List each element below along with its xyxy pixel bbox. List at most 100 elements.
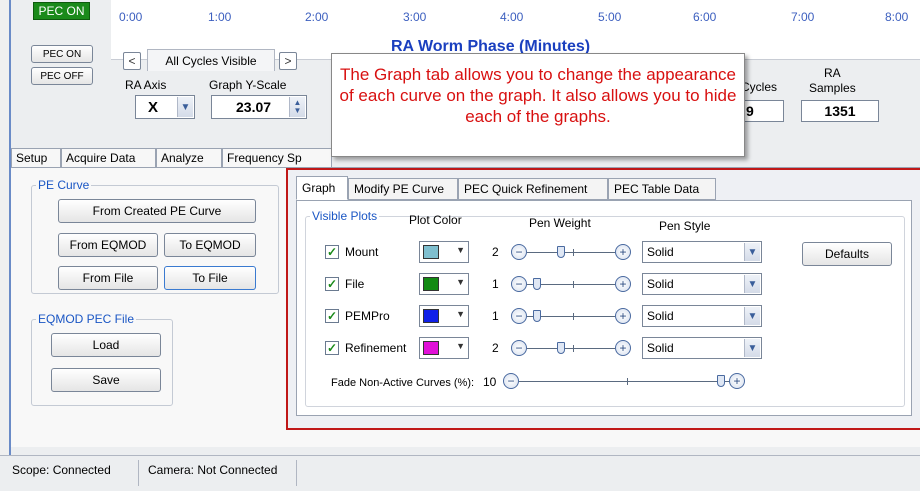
chevron-down-icon: ▼ [744, 307, 760, 325]
slider-thumb[interactable] [533, 310, 541, 322]
prev-cycle-button[interactable]: < [123, 52, 141, 70]
slider-tick [627, 378, 628, 385]
slider-track [527, 252, 615, 253]
chevron-down-icon: ▼ [456, 277, 465, 287]
plus-icon[interactable]: + [615, 340, 631, 356]
chevron-down-icon: ▼ [744, 339, 760, 357]
pen-weight-slider[interactable]: − + [511, 306, 631, 326]
pen-weight-slider[interactable]: − + [511, 338, 631, 358]
plot-visible-checkbox[interactable]: ✓ [325, 245, 339, 259]
pen-style-value: Solid [647, 309, 674, 323]
time-label: 6:00 [693, 10, 717, 24]
tab-analyze[interactable]: Analyze [156, 148, 222, 168]
to-file-button[interactable]: To File [164, 266, 256, 290]
plot-visible-checkbox[interactable]: ✓ [325, 309, 339, 323]
plot-color-header: Plot Color [409, 213, 462, 227]
plus-icon[interactable]: + [615, 244, 631, 260]
pen-style-select[interactable]: Solid ▼ [642, 241, 762, 263]
camera-status: Camera: Not Connected [148, 463, 278, 477]
plus-icon[interactable]: + [615, 308, 631, 324]
pec-status-badge: PEC ON [33, 2, 90, 20]
from-eqmod-button[interactable]: From EQMOD [58, 233, 158, 257]
pec-status-indicator: PEC ON [11, 0, 109, 22]
cycles-navigator: < All Cycles Visible > [123, 49, 313, 73]
minus-icon[interactable]: − [511, 276, 527, 292]
pen-style-select[interactable]: Solid ▼ [642, 337, 762, 359]
eqmod-pec-file-legend: EQMOD PEC File [38, 312, 135, 326]
time-label: 0:00 [119, 10, 143, 24]
pen-weight-header: Pen Weight [529, 216, 591, 230]
time-label: 3:00 [403, 10, 427, 24]
pec-off-button[interactable]: PEC OFF [31, 67, 93, 85]
tab-graph[interactable]: Graph [296, 176, 348, 200]
pen-weight-slider[interactable]: − + [511, 242, 631, 262]
plus-icon[interactable]: + [615, 276, 631, 292]
minus-icon[interactable]: − [511, 244, 527, 260]
plus-icon[interactable]: + [729, 373, 745, 389]
cycles-visible-tab[interactable]: All Cycles Visible [147, 49, 275, 71]
from-file-button[interactable]: From File [58, 266, 158, 290]
status-divider [296, 460, 297, 486]
slider-tick [573, 345, 574, 352]
graph-yscale-stepper[interactable]: 23.07 ▲ ▼ [211, 95, 307, 119]
from-created-pe-curve-button[interactable]: From Created PE Curve [58, 199, 256, 223]
visible-plots-legend: Visible Plots [312, 209, 378, 223]
pen-weight-slider[interactable]: − + [511, 274, 631, 294]
scope-status: Scope: Connected [12, 463, 111, 477]
ra-samples-label: RA [824, 66, 841, 80]
minus-icon[interactable]: − [503, 373, 519, 389]
tab-frequency-spectrum[interactable]: Frequency Sp [222, 148, 332, 168]
tab-setup[interactable]: Setup [11, 148, 61, 168]
ra-axis-value: X [148, 98, 159, 116]
save-button[interactable]: Save [51, 368, 161, 392]
plot-name-label: File [345, 277, 365, 291]
tab-modify-pe-curve[interactable]: Modify PE Curve [348, 178, 458, 200]
pe-curve-legend: PE Curve [38, 178, 90, 192]
slider-thumb[interactable] [533, 278, 541, 290]
color-swatch [423, 245, 439, 259]
next-cycle-button[interactable]: > [279, 52, 297, 70]
pen-style-value: Solid [647, 277, 674, 291]
plot-color-picker[interactable]: ▼ [419, 273, 469, 295]
defaults-button[interactable]: Defaults [802, 242, 892, 266]
time-label: 4:00 [500, 10, 524, 24]
tab-pec-table-data[interactable]: PEC Table Data [608, 178, 716, 200]
pec-on-button[interactable]: PEC ON [31, 45, 93, 63]
graph-settings-highlight: Graph Modify PE Curve PEC Quick Refineme… [286, 168, 920, 430]
tab-acquire-data[interactable]: Acquire Data [61, 148, 156, 168]
chevron-down-icon: ▼ [744, 243, 760, 261]
pen-weight-value: 1 [492, 309, 499, 323]
tab-pec-quick-refinement[interactable]: PEC Quick Refinement [458, 178, 608, 200]
plot-color-picker[interactable]: ▼ [419, 337, 469, 359]
pen-style-select[interactable]: Solid ▼ [642, 305, 762, 327]
ra-axis-select[interactable]: X ▼ [135, 95, 195, 119]
help-callout: The Graph tab allows you to change the a… [331, 53, 745, 157]
color-swatch [423, 309, 439, 323]
minus-icon[interactable]: − [511, 308, 527, 324]
pen-style-value: Solid [647, 341, 674, 355]
load-button[interactable]: Load [51, 333, 161, 357]
pen-style-select[interactable]: Solid ▼ [642, 273, 762, 295]
plot-visible-checkbox[interactable]: ✓ [325, 341, 339, 355]
ra-samples-field: 1351 [801, 100, 879, 122]
chevron-down-icon: ▼ [456, 309, 465, 319]
to-eqmod-button[interactable]: To EQMOD [164, 233, 256, 257]
time-label: 5:00 [598, 10, 622, 24]
slider-thumb[interactable] [717, 375, 725, 387]
fade-slider[interactable]: − + [503, 371, 753, 391]
minus-icon[interactable]: − [511, 340, 527, 356]
fade-label: Fade Non-Active Curves (%): [331, 377, 475, 389]
fade-value: 10 [483, 375, 497, 389]
plot-color-picker[interactable]: ▼ [419, 305, 469, 327]
plot-name-label: Refinement [345, 341, 407, 355]
slider-thumb[interactable] [557, 246, 565, 258]
status-divider [138, 460, 139, 486]
slider-thumb[interactable] [557, 342, 565, 354]
plot-visible-checkbox[interactable]: ✓ [325, 277, 339, 291]
plot-color-picker[interactable]: ▼ [419, 241, 469, 263]
plot-name-label: Mount [345, 245, 379, 259]
spinner-icon: ▲ ▼ [289, 97, 305, 117]
cycles-field: 9 [744, 100, 784, 122]
color-swatch [423, 277, 439, 291]
time-label: 1:00 [208, 10, 232, 24]
